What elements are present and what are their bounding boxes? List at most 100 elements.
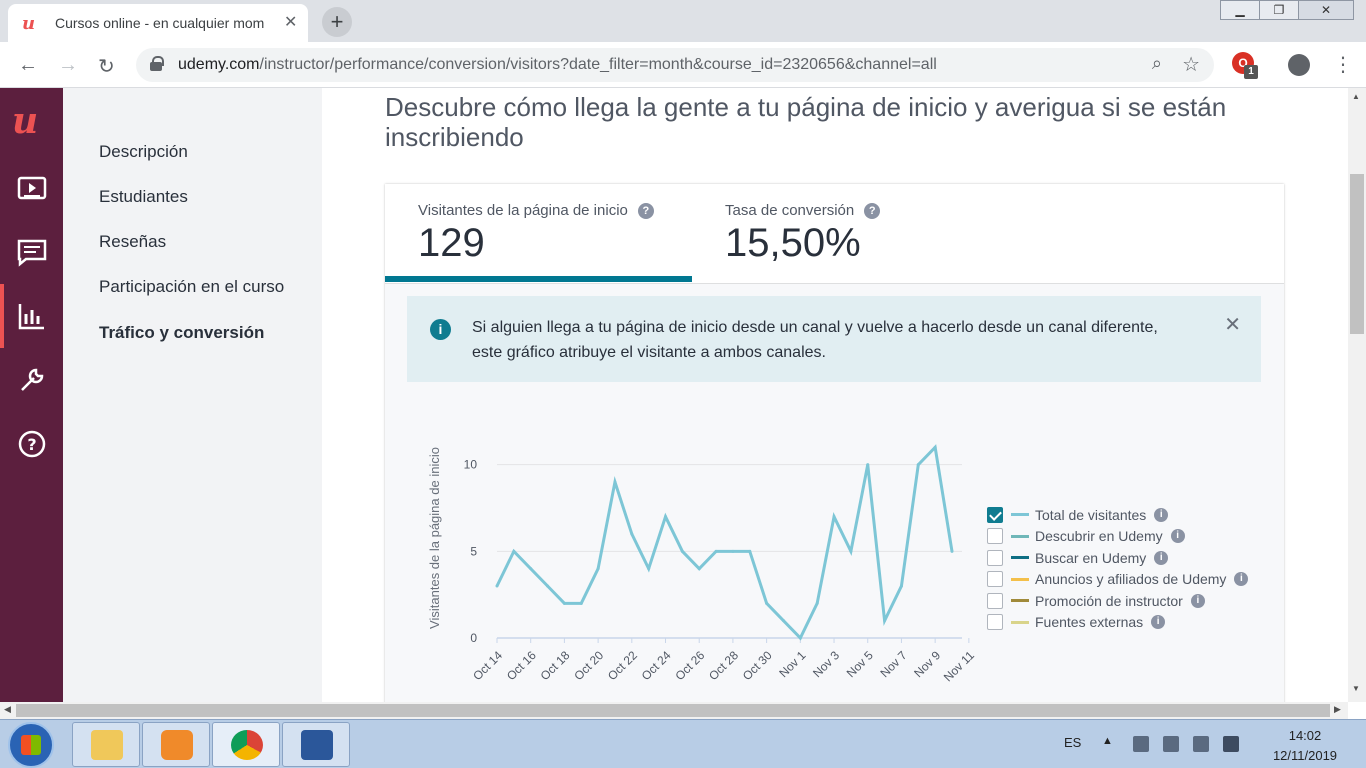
close-tab-icon[interactable]: ✕ — [284, 12, 297, 32]
address-bar[interactable]: udemy.com/instructor/performance/convers… — [136, 48, 1214, 82]
courses-icon[interactable] — [16, 172, 48, 204]
data-point[interactable] — [883, 619, 887, 623]
stat-visitors[interactable]: Visitantes de la página de inicio? 129 — [418, 202, 654, 266]
data-point[interactable] — [546, 584, 550, 588]
scroll-right-icon[interactable]: ▶ — [1334, 704, 1341, 715]
browser-menu-icon[interactable]: ⋮ — [1333, 52, 1353, 77]
data-point[interactable] — [680, 549, 684, 553]
hscroll-thumb[interactable] — [16, 704, 1330, 717]
legend-item[interactable]: Anuncios y afiliados de Udemy i — [987, 569, 1249, 591]
legend-checkbox[interactable] — [987, 506, 1003, 523]
browser-tab[interactable]: u Cursos online - en cualquier mom ✕ — [8, 4, 308, 42]
close-banner-icon[interactable]: ✕ — [1224, 312, 1241, 337]
data-point[interactable] — [798, 636, 802, 640]
scroll-down-icon[interactable]: ▼ — [1352, 684, 1360, 693]
series-line-total-visitantes[interactable] — [495, 444, 954, 641]
battery-icon[interactable] — [1163, 736, 1179, 752]
communication-icon[interactable] — [16, 236, 48, 268]
extension-icon[interactable]: O1 — [1232, 52, 1258, 79]
restore-button[interactable]: ❐ — [1259, 0, 1299, 20]
system-clock[interactable]: 14:02 12/11/2019 — [1255, 726, 1355, 766]
minimize-button[interactable]: ▁ — [1220, 0, 1260, 20]
data-point[interactable] — [950, 549, 954, 553]
forward-icon[interactable]: → — [58, 54, 78, 77]
data-point[interactable] — [495, 584, 499, 588]
scroll-left-icon[interactable]: ◀ — [4, 704, 11, 715]
data-point[interactable] — [899, 584, 903, 588]
nav-item-participacion[interactable]: Participación en el curso — [99, 277, 284, 297]
data-point[interactable] — [731, 549, 735, 553]
nav-item-estudiantes[interactable]: Estudiantes — [99, 187, 188, 207]
nav-item-trafico[interactable]: Tráfico y conversión — [99, 323, 264, 343]
data-point[interactable] — [916, 463, 920, 467]
info-icon[interactable]: i — [1170, 529, 1185, 544]
data-point[interactable] — [529, 567, 533, 571]
data-point[interactable] — [849, 549, 853, 553]
nav-item-resenas[interactable]: Reseñas — [99, 232, 166, 252]
taskbar-media[interactable] — [142, 722, 210, 767]
taskbar-explorer[interactable] — [72, 722, 140, 767]
volume-icon[interactable] — [1223, 736, 1239, 752]
data-point[interactable] — [748, 549, 752, 553]
data-point[interactable] — [630, 532, 634, 536]
search-icon[interactable]: ⌕ — [1152, 53, 1162, 74]
language-indicator[interactable]: ES — [1064, 735, 1081, 750]
network-icon[interactable] — [1133, 736, 1149, 752]
legend-checkbox[interactable] — [987, 571, 1003, 588]
data-point[interactable] — [815, 601, 819, 605]
bookmark-star-icon[interactable]: ☆ — [1182, 52, 1200, 77]
data-point[interactable] — [714, 549, 718, 553]
legend-checkbox[interactable] — [987, 549, 1003, 566]
performance-icon[interactable] — [0, 284, 48, 348]
data-point[interactable] — [562, 601, 566, 605]
data-point[interactable] — [697, 567, 701, 571]
data-point[interactable] — [866, 463, 870, 467]
data-point[interactable] — [647, 567, 651, 571]
horizontal-scrollbar[interactable]: ◀ ▶ — [0, 702, 1348, 719]
display-icon[interactable] — [1193, 736, 1209, 752]
legend-item[interactable]: Descubrir en Udemy i — [987, 526, 1248, 548]
data-point[interactable] — [933, 445, 937, 449]
data-point[interactable] — [664, 515, 668, 519]
legend-checkbox[interactable] — [987, 614, 1003, 631]
close-window-button[interactable]: ✕ — [1298, 0, 1354, 20]
back-icon[interactable]: ← — [18, 54, 38, 77]
tools-icon[interactable] — [16, 364, 48, 396]
info-icon[interactable]: i — [1154, 550, 1169, 565]
legend-checkbox[interactable] — [987, 592, 1003, 609]
data-point[interactable] — [512, 549, 516, 553]
help-icon[interactable]: ? — [637, 202, 654, 219]
nav-item-descripcion[interactable]: Descripción — [99, 142, 188, 162]
data-point[interactable] — [579, 601, 583, 605]
info-icon[interactable]: i — [1190, 593, 1205, 608]
scroll-thumb[interactable] — [1350, 174, 1364, 334]
reload-icon[interactable]: ↻ — [98, 54, 115, 79]
data-point[interactable] — [781, 619, 785, 623]
taskbar-chrome[interactable] — [212, 722, 280, 767]
legend-item[interactable]: Promoción de instructor i — [987, 590, 1248, 612]
legend-item[interactable]: Fuentes externas i — [987, 612, 1248, 634]
info-icon[interactable]: i — [1151, 615, 1166, 630]
lock-icon[interactable] — [150, 56, 164, 71]
new-tab-button[interactable]: + — [322, 7, 352, 37]
info-icon[interactable]: i — [1234, 572, 1249, 587]
taskbar-word[interactable] — [282, 722, 350, 767]
url-text[interactable]: udemy.com/instructor/performance/convers… — [178, 56, 937, 74]
start-button[interactable] — [8, 722, 54, 768]
help-icon[interactable]: ? — [16, 428, 48, 460]
vertical-scrollbar[interactable]: ▲ ▼ — [1348, 88, 1366, 702]
tray-expand-icon[interactable]: ▲ — [1102, 735, 1113, 747]
legend-item[interactable]: Total de visitantes i — [987, 504, 1248, 526]
udemy-logo[interactable]: u — [12, 100, 38, 142]
info-icon[interactable]: i — [1154, 507, 1169, 522]
legend-checkbox[interactable] — [987, 528, 1003, 545]
data-point[interactable] — [613, 480, 617, 484]
stat-conversion[interactable]: Tasa de conversión? 15,50% — [725, 202, 881, 266]
data-point[interactable] — [765, 601, 769, 605]
scroll-up-icon[interactable]: ▲ — [1352, 92, 1360, 101]
data-point[interactable] — [832, 515, 836, 519]
legend-item[interactable]: Buscar en Udemy i — [987, 547, 1248, 569]
data-point[interactable] — [596, 567, 600, 571]
help-icon[interactable]: ? — [864, 202, 881, 219]
profile-icon[interactable] — [1288, 54, 1310, 76]
